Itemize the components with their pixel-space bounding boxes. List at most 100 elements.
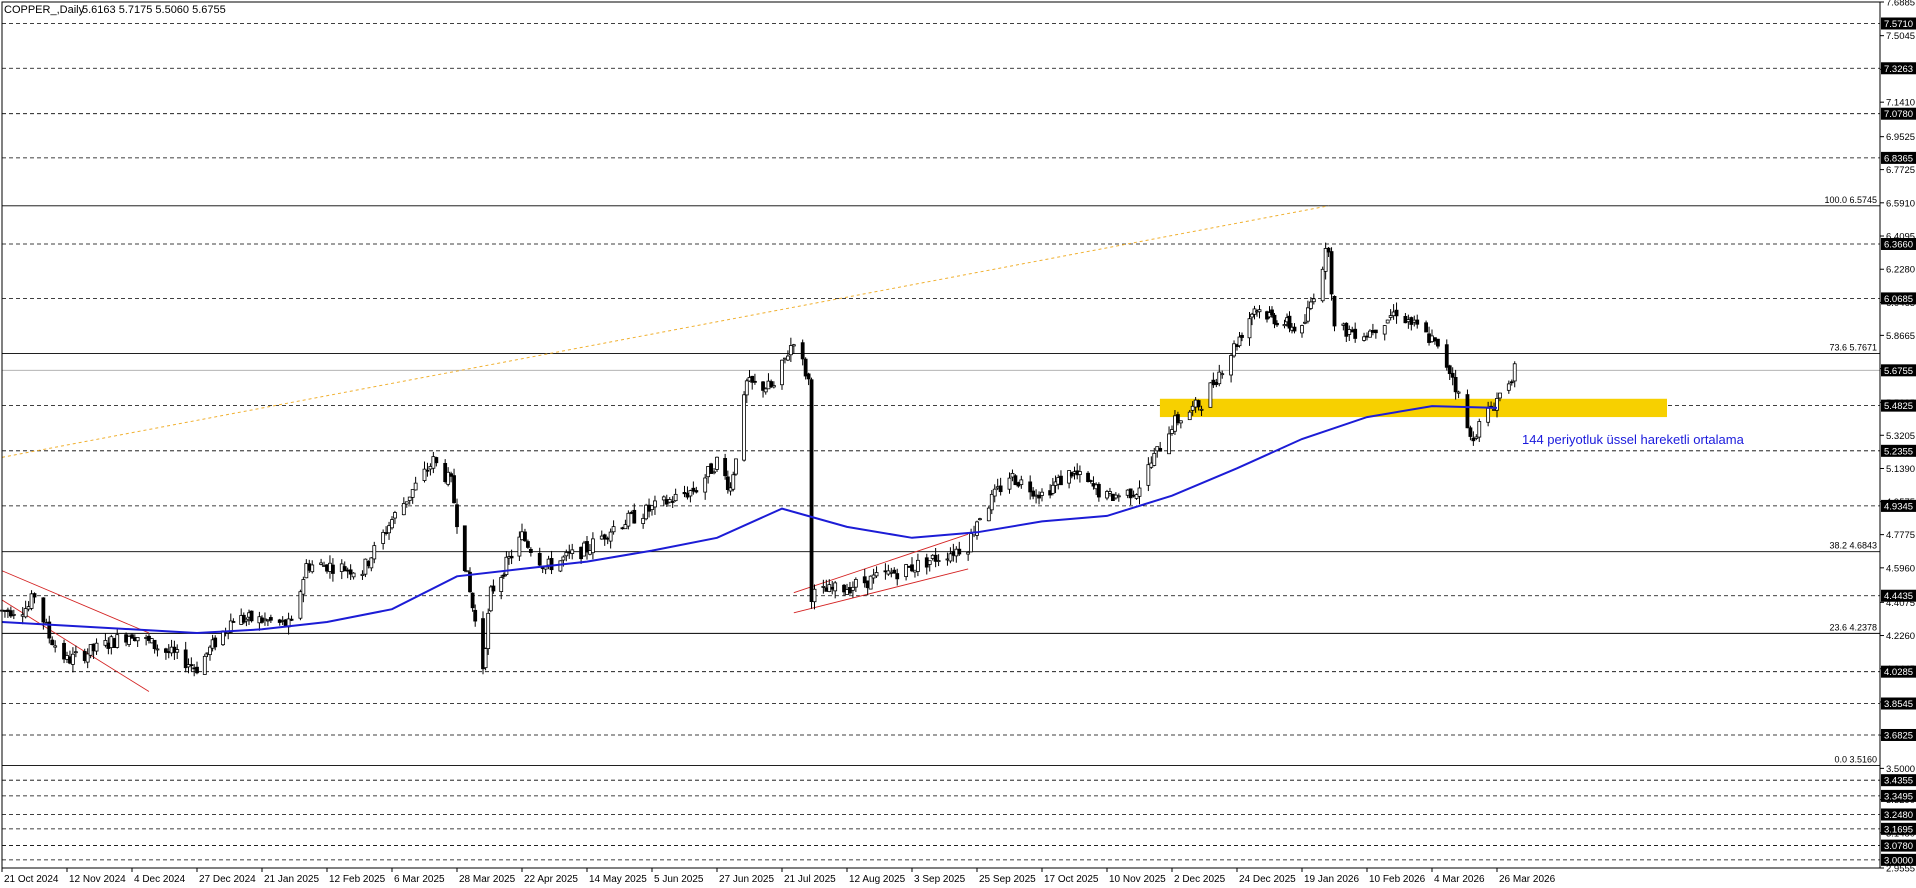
candle-body (381, 531, 386, 544)
candle-body (936, 560, 941, 562)
candle-body (954, 548, 959, 557)
candle-body (653, 500, 657, 508)
candle-body (410, 489, 415, 498)
candle-body (1240, 334, 1244, 338)
candle-body (874, 572, 879, 577)
candle-body (1088, 480, 1093, 482)
candle-body (3, 610, 7, 612)
candle-body (868, 575, 873, 590)
candle-body (1409, 317, 1414, 325)
candle-body (809, 379, 814, 603)
candle-body (523, 531, 527, 542)
x-tick-label: 3 Sep 2025 (914, 874, 966, 885)
candle-body (567, 551, 572, 554)
current-price-text: 5.6755 (1884, 366, 1913, 377)
candle-body (927, 560, 932, 565)
candle-body (465, 570, 470, 573)
candle-body (1016, 482, 1021, 487)
candle-body (889, 571, 894, 574)
candle-body (1506, 383, 1511, 391)
candle-body (892, 569, 897, 574)
candle-body (933, 554, 938, 562)
candle-body (1341, 323, 1346, 326)
x-tick-label: 22 Apr 2025 (524, 874, 578, 885)
x-tick-label: 12 Aug 2025 (849, 874, 906, 885)
candle-body (483, 648, 488, 669)
candle-body (620, 527, 625, 530)
candle-body (995, 486, 1000, 489)
candle-body (1403, 316, 1408, 324)
candle-body (6, 609, 10, 612)
y-tick-label: 4.7775 (1886, 530, 1915, 541)
y-tick-label: 3.5000 (1886, 764, 1915, 775)
y-tick-label: 4.2260 (1886, 631, 1915, 642)
candle-body (231, 621, 236, 623)
candle-body (372, 545, 377, 560)
candle-body (103, 640, 108, 646)
candle-body (827, 584, 832, 592)
candle-body (986, 507, 991, 522)
candle-body (821, 586, 826, 588)
candle-body (263, 618, 267, 621)
candle-body (85, 653, 90, 663)
candle-body (1306, 307, 1310, 322)
candle-body (650, 505, 654, 511)
candle-body (753, 380, 757, 383)
candle-body (1013, 475, 1018, 486)
candle-body (32, 593, 37, 598)
candle-body (788, 345, 793, 356)
x-tick-label: 28 Mar 2025 (459, 874, 516, 885)
candle-body (924, 557, 929, 568)
candle-body (1257, 309, 1262, 313)
candle-body (1308, 301, 1313, 309)
fib-level-label: 38.2 4.6843 (1829, 541, 1877, 551)
price-label-text: 5.4825 (1884, 401, 1913, 412)
candle-body (1187, 411, 1192, 421)
candle-body (1149, 462, 1154, 468)
x-tick-label: 14 May 2025 (589, 874, 647, 885)
candle-body (712, 471, 716, 474)
candle-body (591, 538, 595, 554)
candle-body (664, 499, 669, 505)
candle-body (791, 344, 796, 347)
candle-body (94, 642, 99, 652)
candle-body (1128, 488, 1133, 499)
candle-body (124, 634, 128, 643)
candle-body (1096, 483, 1101, 498)
candle-body (685, 492, 690, 498)
candle-body (558, 560, 563, 572)
candle-body (742, 394, 746, 461)
candle-body (1436, 338, 1440, 347)
candle-body (682, 492, 687, 495)
candle-body (780, 359, 784, 386)
candle-body (833, 582, 838, 592)
candle-body (830, 586, 835, 590)
candle-body (862, 576, 867, 584)
candle-body (1272, 314, 1277, 325)
candle-body (1350, 329, 1355, 333)
candle-body (152, 639, 157, 650)
candle-body (1010, 473, 1015, 478)
candle-body (1433, 337, 1437, 342)
candle-body (667, 499, 672, 503)
candle-body (280, 620, 285, 622)
candle-body (29, 593, 34, 609)
candle-body (806, 373, 811, 380)
candle-body (537, 553, 542, 566)
candle-body (842, 584, 846, 593)
price-chart[interactable]: 100.0 6.5745 73.6 5.7671 38.2 4.6843 23.6 4… (0, 0, 1916, 888)
candle-body (824, 587, 829, 592)
candle-body (1344, 322, 1349, 337)
candle-body (189, 664, 194, 667)
price-label-text: 3.2480 (1884, 810, 1913, 821)
y-tick-label: 6.5910 (1886, 198, 1915, 209)
fib-level-label: 73.6 5.7671 (1829, 343, 1877, 353)
candle-body (1365, 335, 1369, 338)
candle-body (1217, 371, 1222, 385)
candle-body (1323, 248, 1328, 272)
fib-level-label: 100.0 6.5745 (1824, 195, 1877, 205)
candle-body (644, 504, 648, 520)
candle-body (351, 572, 356, 578)
price-label-text: 6.0685 (1884, 294, 1913, 305)
candle-body (1353, 328, 1358, 339)
